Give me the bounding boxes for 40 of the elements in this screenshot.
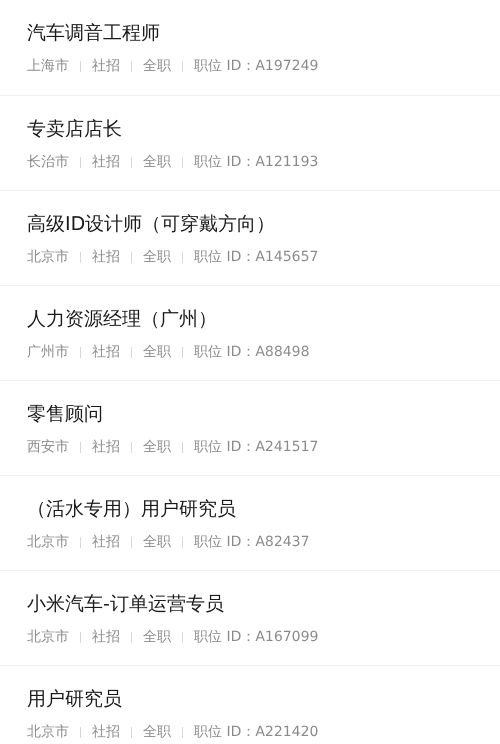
work-type-label: 全职 [143, 248, 171, 267]
work-type-label: 全职 [143, 533, 171, 552]
job-id-label: 职位 ID：A145657 [194, 248, 318, 267]
job-title[interactable]: 高级ID设计师（可穿戴方向） [27, 211, 473, 237]
job-title[interactable]: 汽车调音工程师 [27, 20, 473, 46]
job-id-label: 职位 ID：A82437 [194, 533, 310, 552]
work-type-label: 全职 [143, 438, 171, 457]
job-id-label: 职位 ID：A221420 [194, 723, 318, 742]
work-type-label: 全职 [143, 153, 171, 172]
job-id-label: 职位 ID：A197249 [194, 57, 318, 76]
hire-type-label: 社招 [92, 153, 120, 172]
city-label: 北京市 [27, 533, 69, 552]
job-id-label: 职位 ID：A121193 [194, 153, 318, 172]
city-label: 广州市 [27, 343, 69, 362]
work-type-label: 全职 [143, 628, 171, 647]
job-title[interactable]: 用户研究员 [27, 686, 473, 712]
hire-type-label: 社招 [92, 533, 120, 552]
city-label: 长治市 [27, 153, 69, 172]
job-title[interactable]: 小米汽车-订单运营专员 [27, 591, 473, 617]
hire-type-label: 社招 [92, 57, 120, 76]
job-title[interactable]: （活水专用）用户研究员 [27, 496, 473, 522]
work-type-label: 全职 [143, 723, 171, 742]
job-id-label: 职位 ID：A167099 [194, 628, 318, 647]
city-label: 北京市 [27, 628, 69, 647]
city-label: 西安市 [27, 438, 69, 457]
job-id-label: 职位 ID：A88498 [194, 343, 310, 362]
hire-type-label: 社招 [92, 628, 120, 647]
city-label: 上海市 [27, 57, 69, 76]
hire-type-label: 社招 [92, 343, 120, 362]
job-id-label: 职位 ID：A241517 [194, 438, 318, 457]
job-title[interactable]: 专卖店店长 [27, 116, 473, 142]
city-label: 北京市 [27, 723, 69, 742]
job-title[interactable]: 零售顾问 [27, 401, 473, 427]
city-label: 北京市 [27, 248, 69, 267]
work-type-label: 全职 [143, 57, 171, 76]
hire-type-label: 社招 [92, 723, 120, 742]
job-title[interactable]: 人力资源经理（广州） [27, 306, 473, 332]
work-type-label: 全职 [143, 343, 171, 362]
hire-type-label: 社招 [92, 438, 120, 457]
hire-type-label: 社招 [92, 248, 120, 267]
